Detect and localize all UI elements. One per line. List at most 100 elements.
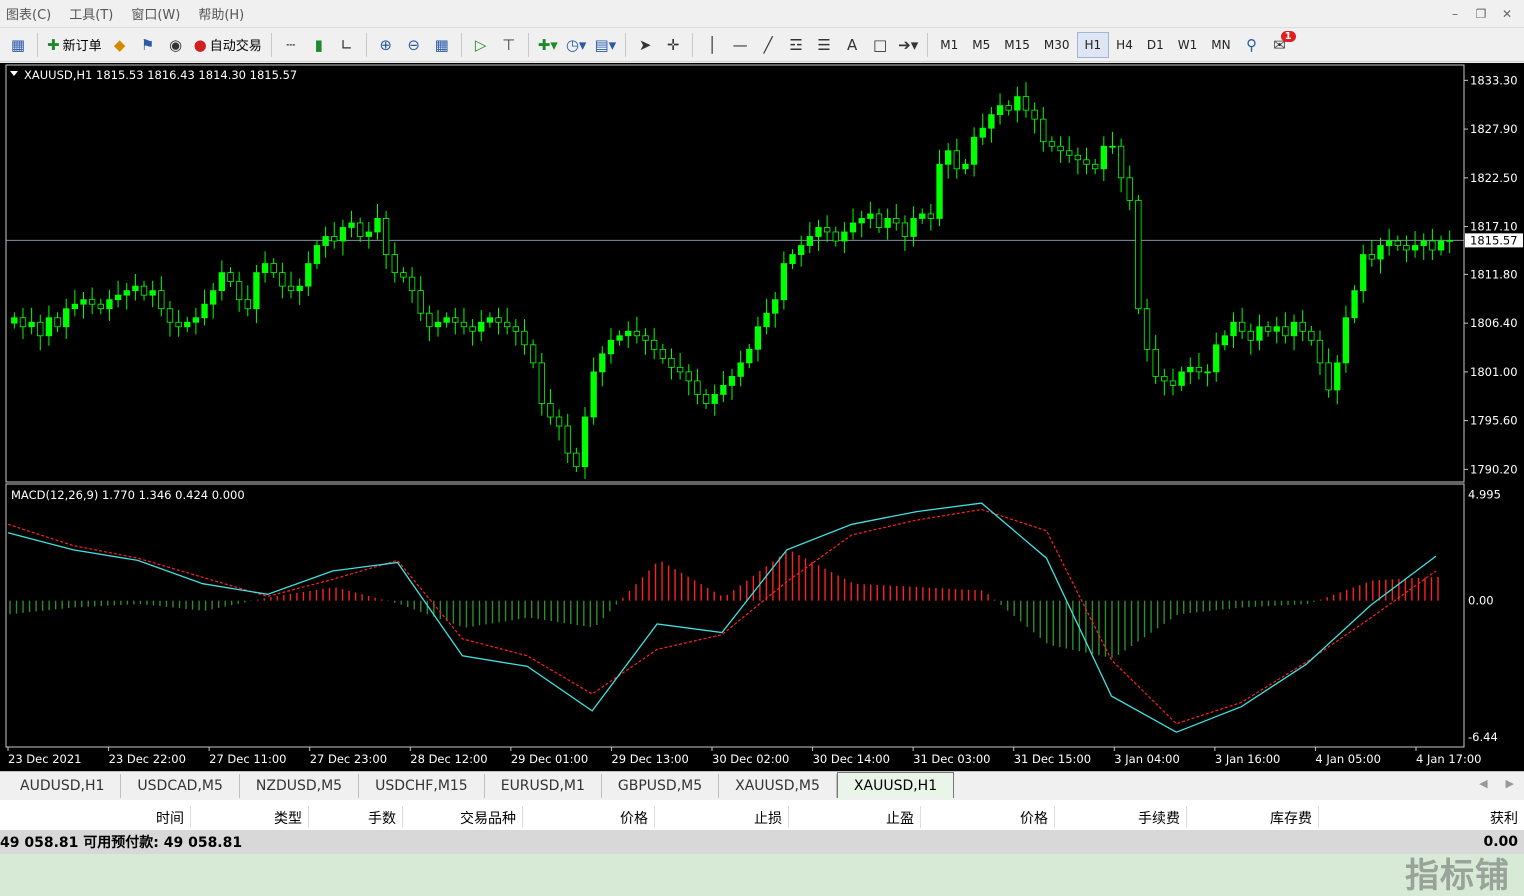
time-tick-label: 23 Dec 2021 (8, 752, 81, 766)
column-commission[interactable]: 手续费 (1090, 808, 1180, 828)
column-time[interactable]: 时间 (120, 808, 184, 828)
arrows-icon[interactable]: ➔▾ (894, 31, 922, 59)
zoom-out-icon[interactable]: ⊖ (400, 31, 428, 59)
tab-xauusd-h1[interactable]: XAUUSD,H1 (836, 772, 955, 798)
menu-window[interactable]: 窗口(W) (125, 4, 192, 23)
timeframe-w1[interactable]: W1 (1171, 32, 1205, 58)
window-controls: – ❐ ✕ (1444, 4, 1518, 24)
candle-body (1048, 141, 1056, 147)
toolbar-separator (37, 32, 38, 57)
timeframe-h4[interactable]: H4 (1109, 32, 1140, 58)
timeframe-d1[interactable]: D1 (1140, 32, 1171, 58)
auto-scroll-icon[interactable]: ▷ (467, 31, 495, 59)
chart-canvas[interactable]: 1833.30 1827.90 1822.50 1817.10 1811.80 1806.… (0, 63, 1524, 771)
price-pane (6, 82, 1464, 479)
trendline-icon[interactable]: ╱ (754, 31, 782, 59)
candle-body (1204, 371, 1211, 374)
timeframe-m30[interactable]: M30 (1037, 32, 1077, 58)
time-tick-label: 3 Jan 16:00 (1215, 752, 1281, 766)
column-lots[interactable]: 手数 (330, 808, 396, 828)
candle-body (772, 299, 779, 314)
gold-bars-icon[interactable]: ◆ (106, 31, 134, 59)
vertical-line-icon[interactable]: │ (698, 31, 726, 59)
tile-windows-icon[interactable]: ▦ (428, 31, 456, 59)
column-swap[interactable]: 库存费 (1220, 808, 1312, 828)
candle-body (158, 290, 165, 310)
candle-body (1221, 335, 1229, 346)
column-divider (920, 806, 921, 828)
notifications-button[interactable]: ✉ 1 (1266, 30, 1296, 59)
text-icon[interactable]: A (838, 31, 866, 59)
timeframe-m15[interactable]: M15 (997, 32, 1037, 58)
equidistant-channel-icon[interactable]: ☲ (782, 31, 810, 59)
minimize-button[interactable]: – (1444, 4, 1466, 24)
column-symbol[interactable]: 交易品种 (420, 808, 516, 828)
search-icon[interactable]: ⚲ (1238, 31, 1266, 59)
horizontal-line-icon[interactable]: — (726, 31, 754, 59)
menu-help[interactable]: 帮助(H) (192, 4, 256, 23)
macd-signal-line (7, 508, 1437, 725)
restore-button[interactable]: ❐ (1470, 4, 1492, 24)
zoom-in-icon[interactable]: ⊕ (372, 31, 400, 59)
candle-body (798, 245, 805, 255)
column-profit[interactable]: 获利 (1440, 808, 1518, 828)
new-order-button[interactable]: ✚ 新订单 (43, 31, 106, 59)
navigator-icon[interactable]: ⚑ (134, 31, 162, 59)
candle-body (789, 254, 796, 264)
toolbar-separator (692, 32, 694, 57)
tab-usdcad-m5[interactable]: USDCAD,M5 (121, 774, 240, 798)
profiles-icon[interactable]: ▦ (4, 31, 32, 59)
cursor-icon[interactable]: ➤ (631, 31, 659, 59)
candle-body (244, 299, 251, 310)
chart-window[interactable]: 1833.30 1827.90 1822.50 1817.10 1811.80 1806.… (0, 63, 1524, 771)
candle-body (417, 290, 424, 314)
candle-body (235, 281, 243, 301)
indicators-icon[interactable]: ✚▾ (534, 31, 562, 59)
close-button[interactable]: ✕ (1496, 4, 1518, 24)
candle-body (893, 218, 900, 224)
text-label-icon[interactable]: □ (866, 31, 894, 59)
timeframe-m1[interactable]: M1 (933, 32, 965, 58)
auto-trade-button[interactable]: ● 自动交易 (190, 31, 266, 59)
column-stop-loss[interactable]: 止损 (700, 808, 782, 828)
candlestick-icon[interactable]: ▮ (305, 31, 333, 59)
line-chart-icon[interactable]: ∟ (333, 31, 361, 59)
tab-xauusd-m5[interactable]: XAUUSD,M5 (719, 774, 837, 798)
tab-gbpusd-m5[interactable]: GBPUSD,M5 (602, 774, 720, 798)
menu-tools[interactable]: 工具(T) (63, 4, 125, 23)
candle-body (659, 348, 666, 359)
bar-chart-icon[interactable]: ┄ (277, 31, 305, 59)
price-tick-label: 1817.10 (1470, 220, 1518, 234)
timeframe-mn[interactable]: MN (1204, 32, 1237, 58)
column-take-profit[interactable]: 止盈 (830, 808, 914, 828)
periods-icon[interactable]: ◷▾ (562, 31, 591, 59)
chart-shift-icon[interactable]: ⊤ (495, 31, 523, 59)
terminal-window: 图表(C) 工具(T) 窗口(W) 帮助(H) – ❐ ✕ ▦ ✚ 新订单 ◆ … (0, 0, 1524, 896)
menu-chart[interactable]: 图表(C) (0, 4, 63, 23)
crosshair-icon[interactable]: ✛ (659, 31, 687, 59)
candle-body (806, 236, 813, 246)
timeframe-m5[interactable]: M5 (965, 32, 997, 58)
toolbar-separator (460, 32, 462, 57)
column-divider (1186, 806, 1187, 828)
tab-audusd-h1[interactable]: AUDUSD,H1 (4, 774, 122, 798)
candle-body (841, 231, 848, 242)
tab-nzdusd-m5[interactable]: NZDUSD,M5 (240, 774, 360, 798)
timeframe-h1[interactable]: H1 (1076, 31, 1110, 58)
signals-icon[interactable]: ◉ (162, 31, 190, 59)
tab-eurusd-m1[interactable]: EURUSD,M1 (485, 774, 602, 798)
column-current-price[interactable]: 价格 (960, 808, 1048, 828)
fibonacci-icon[interactable]: ☰ (810, 31, 838, 59)
candle-body (746, 348, 753, 364)
scroll-left-icon[interactable]: ◀ (1479, 777, 1487, 790)
scroll-right-icon[interactable]: ▶ (1506, 777, 1514, 790)
templates-icon[interactable]: ▤▾ (590, 31, 620, 59)
column-type[interactable]: 类型 (230, 808, 302, 828)
tab-usdchf-m15[interactable]: USDCHF,M15 (359, 774, 485, 798)
column-price[interactable]: 价格 (560, 808, 648, 828)
toolbar-separator (270, 32, 272, 57)
candle-body (1256, 326, 1263, 341)
candle-body (97, 303, 104, 310)
toolbar-separator (365, 32, 367, 57)
candle-body (382, 218, 390, 255)
